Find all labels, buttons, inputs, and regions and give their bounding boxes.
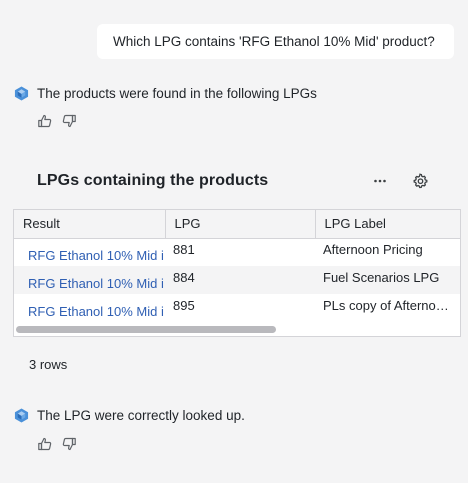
bot-message: The products were found in the following… (14, 86, 317, 101)
results-table: Result LPG LPG Label RFG Ethanol 10% Mid… (14, 210, 460, 322)
horizontal-scrollbar[interactable] (16, 326, 276, 333)
bot-message-text: The products were found in the following… (37, 86, 317, 101)
assistant-logo-icon (14, 408, 29, 423)
bot-message: The LPG were correctly looked up. (14, 408, 245, 423)
table-header-row: Result LPG LPG Label (14, 210, 460, 239)
assistant-logo-icon (14, 86, 29, 101)
lpg-label-cell: Afternoon Pricing (323, 241, 423, 257)
table-row: RFG Ethanol 10% Mid i 895 PLs copy of Af… (14, 294, 460, 322)
column-header-result[interactable]: Result (14, 210, 166, 239)
column-header-lpg[interactable]: LPG (165, 210, 316, 239)
table-card-title: LPGs containing the products (37, 172, 269, 189)
bot-message-text: The LPG were correctly looked up. (37, 408, 245, 423)
gear-icon[interactable] (411, 172, 429, 190)
lpg-label-cell: Fuel Scenarios LPG (315, 266, 460, 294)
thumbs-up-icon[interactable] (37, 436, 53, 452)
feedback-buttons (37, 113, 77, 129)
column-header-lpg-label[interactable]: LPG Label (315, 210, 460, 239)
user-message-bubble: Which LPG contains 'RFG Ethanol 10% Mid'… (97, 24, 454, 59)
result-link[interactable]: RFG Ethanol 10% Mid i (14, 266, 165, 294)
lpg-cell: 881 (173, 241, 195, 257)
more-horizontal-icon[interactable] (371, 172, 389, 190)
results-table-container: Result LPG LPG Label RFG Ethanol 10% Mid… (13, 209, 461, 337)
lpg-label-cell: PLs copy of Afterno… (323, 297, 449, 313)
feedback-buttons (37, 436, 77, 452)
user-message-text: Which LPG contains 'RFG Ethanol 10% Mid'… (113, 34, 435, 49)
row-count-label: 3 rows (29, 357, 68, 372)
lpg-cell: 884 (165, 266, 315, 294)
result-link[interactable]: RFG Ethanol 10% Mid i (14, 294, 165, 322)
thumbs-down-icon[interactable] (61, 436, 77, 452)
thumbs-up-icon[interactable] (37, 113, 53, 129)
result-link[interactable]: RFG Ethanol 10% Mid i (14, 238, 165, 266)
thumbs-down-icon[interactable] (61, 113, 77, 129)
lpg-cell: 895 (173, 297, 195, 313)
table-row: RFG Ethanol 10% Mid i 884 Fuel Scenarios… (14, 266, 460, 294)
table-row: RFG Ethanol 10% Mid i 881 Afternoon Pric… (14, 238, 460, 266)
